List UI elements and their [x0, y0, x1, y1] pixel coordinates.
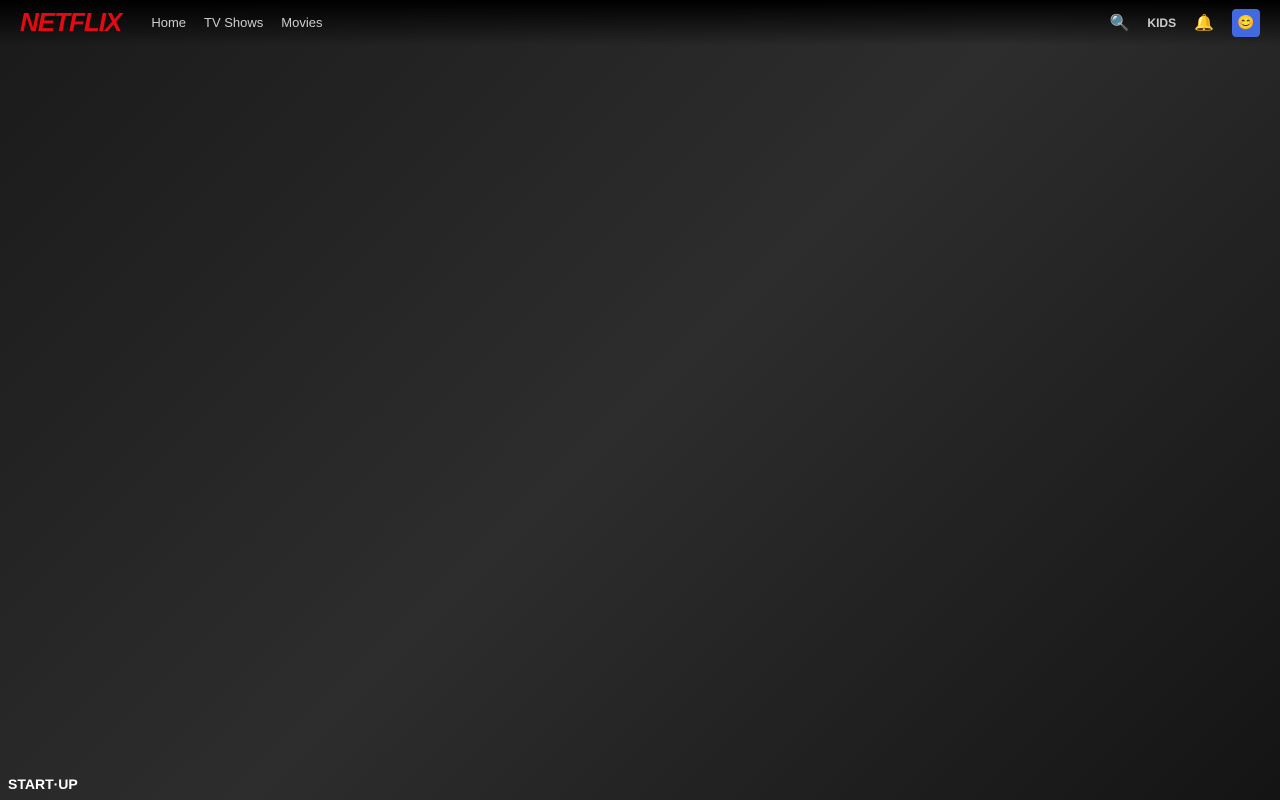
header: NETFLIX Home TV Shows Movies 🔍 KIDS 🔔 😊	[0, 0, 1280, 45]
nav-home[interactable]: Home	[151, 15, 186, 30]
netflix-logo[interactable]: NETFLIX	[20, 7, 121, 38]
person-icon: 😊	[1237, 14, 1254, 31]
nav-tv-shows[interactable]: TV Shows	[204, 15, 263, 30]
nav-movies[interactable]: Movies	[281, 15, 322, 30]
right-sidebar: USHIJIMAThe Loan SharkThe Movie 深夜食堂 NAR…	[1010, 0, 1280, 800]
avatar[interactable]: 😊	[1232, 9, 1260, 37]
search-icon[interactable]: 🔍	[1109, 13, 1129, 33]
kids-button[interactable]: KIDS	[1147, 16, 1176, 30]
main-layout: Casual Viewing Ful House TV Action & Adv…	[0, 0, 1280, 800]
startup-card[interactable]: START·UP	[1026, 490, 1139, 620]
nav-links: Home TV Shows Movies	[151, 15, 322, 30]
bell-icon[interactable]: 🔔	[1194, 13, 1214, 33]
header-right: 🔍 KIDS 🔔 😊	[1109, 9, 1260, 37]
